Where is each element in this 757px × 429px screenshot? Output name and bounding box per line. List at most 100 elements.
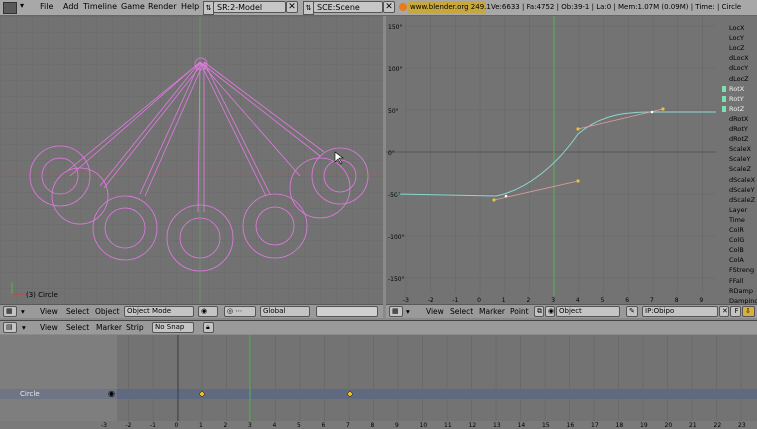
menu-marker[interactable]: Marker — [479, 307, 505, 316]
menu-select[interactable]: Select — [450, 307, 473, 316]
ipo-block-type-select[interactable]: Object — [556, 306, 620, 317]
menu-game[interactable]: Game — [121, 2, 145, 11]
ipo-channel-fstreng[interactable]: FStreng — [716, 266, 757, 275]
timeline-x-tick: -3 — [101, 422, 107, 429]
timeline-canvas[interactable]: -3 -2 -1 0 1 2 3 4 5 6 7 8 9 10 11 12 13 14 15 16 17 18 19 20 21… — [0, 335, 757, 429]
channel-label: LocZ — [729, 44, 745, 53]
ipo-channel-rotx[interactable]: RotX — [716, 85, 757, 94]
channel-label: dLocX — [729, 54, 749, 63]
lock-icon[interactable]: 🔒︎ — [203, 322, 214, 333]
snap-select[interactable]: No Snap — [152, 322, 194, 333]
timeline-x-tick: 23 — [738, 422, 746, 429]
menu-strip[interactable]: Strip — [126, 323, 144, 332]
ipo-name-field[interactable]: IP:Obipo — [642, 306, 718, 317]
ipo-channel-locx[interactable]: LocX — [716, 24, 757, 33]
ipo-channel-drotx[interactable]: dRotX — [716, 115, 757, 124]
ipo-channel-dscalex[interactable]: dScaleX — [716, 176, 757, 185]
ipo-channel-dscalez[interactable]: dScaleZ — [716, 196, 757, 205]
ipo-channel-locy[interactable]: LocY — [716, 34, 757, 43]
pin-icon[interactable]: ✎ — [626, 306, 638, 317]
ipo-channel-colg[interactable]: ColG — [716, 236, 757, 245]
menu-select[interactable]: Select — [66, 323, 89, 332]
ipo-channel-colr[interactable]: ColR — [716, 226, 757, 235]
menu-render[interactable]: Render — [148, 2, 176, 11]
collapse-arrow-icon[interactable]: ▾ — [20, 1, 24, 10]
ipo-channel-cola[interactable]: ColA — [716, 256, 757, 265]
ipo-curve[interactable] — [395, 107, 716, 202]
pivot-icon[interactable]: ◎ ⋯ — [224, 306, 256, 317]
timeline-x-tick: 18 — [616, 422, 624, 429]
scene-delete-button[interactable]: ✕ — [383, 1, 395, 13]
ipo-x-tick: 4 — [576, 297, 580, 304]
ipo-channel-dscaley[interactable]: dScaleY — [716, 186, 757, 195]
menu-marker[interactable]: Marker — [96, 323, 122, 332]
ipo-curve-editor[interactable]: 150° 100° 50° 0° -50° -100° -150° -3 -2 -1 0 1 2 3 4 5… — [386, 16, 757, 304]
timeline-x-tick: 9 — [395, 422, 399, 429]
ipo-delete-button[interactable]: ✕ — [719, 306, 729, 317]
ipo-canvas[interactable]: 150° 100° 50° 0° -50° -100° -150° -3 -2 -1 0 1 2 3 4 5… — [386, 16, 757, 304]
timeline-x-tick: 4 — [273, 422, 277, 429]
channel-name-circle[interactable]: Circle — [20, 390, 40, 398]
eye-icon[interactable]: ◉ — [545, 306, 555, 317]
channel-label: ScaleX — [729, 145, 751, 154]
collapse-arrow-icon[interactable]: ▾ — [21, 307, 25, 316]
channel-label: LocX — [729, 24, 745, 32]
menu-point[interactable]: Point — [510, 307, 529, 316]
3d-view-header: ▦ ▾ View Select Object Object Mode ◉ ◎ ⋯… — [0, 304, 383, 318]
ipo-channel-scaley[interactable]: ScaleY — [716, 155, 757, 164]
nla-timeline[interactable]: -3 -2 -1 0 1 2 3 4 5 6 7 8 9 10 11 12 13 14 15 16 17 18 19 20 21… — [0, 335, 757, 429]
screen-delete-button[interactable]: ✕ — [286, 1, 298, 13]
menu-file[interactable]: File — [40, 2, 53, 11]
ipo-channel-drotz[interactable]: dRotZ — [716, 135, 757, 144]
ipo-type-icon[interactable]: ⧉ — [534, 306, 544, 317]
timeline-x-tick: 2 — [224, 422, 228, 429]
scene-name-field[interactable]: SCE:Scene — [313, 1, 383, 13]
menu-select[interactable]: Select — [66, 307, 89, 316]
editor-type-icon[interactable]: ▤ — [3, 322, 17, 333]
copy-icon[interactable]: ⇩ — [742, 306, 755, 317]
ipo-y-tick: 50° — [388, 108, 399, 115]
ipo-y-tick: 100° — [388, 66, 402, 73]
menu-view[interactable]: View — [40, 307, 58, 316]
viewport-canvas[interactable] — [0, 16, 383, 304]
ipo-channel-dlocx[interactable]: dLocX — [716, 54, 757, 63]
screen-name-field[interactable]: SR:2-Model — [213, 1, 286, 13]
layer-buttons[interactable] — [316, 306, 378, 317]
fake-user-button[interactable]: F — [730, 306, 741, 317]
info-window-icon[interactable] — [3, 2, 17, 14]
ipo-channel-locz[interactable]: LocZ — [716, 44, 757, 53]
menu-timeline[interactable]: Timeline — [83, 2, 117, 11]
ipo-channel-layer[interactable]: Layer — [716, 206, 757, 215]
draw-type-icon[interactable]: ◉ — [198, 306, 218, 317]
ipo-channel-scalez[interactable]: ScaleZ — [716, 165, 757, 174]
menu-object[interactable]: Object — [95, 307, 119, 316]
channel-label: dRotZ — [729, 135, 749, 144]
timeline-x-tick: 3 — [248, 422, 252, 429]
editor-type-icon[interactable]: ▦ — [3, 306, 17, 317]
collapse-arrow-icon[interactable]: ▾ — [406, 307, 410, 316]
ipo-channel-dlocz[interactable]: dLocZ — [716, 75, 757, 84]
menu-help[interactable]: Help — [181, 2, 199, 11]
ipo-channel-droty[interactable]: dRotY — [716, 125, 757, 134]
menu-add[interactable]: Add — [63, 2, 79, 11]
viewport-grid — [0, 16, 383, 304]
orientation-select[interactable]: Global — [260, 306, 310, 317]
channel-label: RotY — [729, 94, 744, 103]
ipo-channel-colb[interactable]: ColB — [716, 246, 757, 255]
menu-view[interactable]: View — [426, 307, 444, 316]
channel-color-swatch — [722, 207, 726, 213]
ipo-channel-damping[interactable]: Damping — [716, 297, 757, 304]
ipo-channel-time[interactable]: Time — [716, 216, 757, 225]
eye-icon[interactable]: ◉ — [108, 389, 115, 398]
ipo-channel-roty[interactable]: RotY — [716, 95, 757, 104]
menu-view[interactable]: View — [40, 323, 58, 332]
ipo-channel-dlocy[interactable]: dLocY — [716, 64, 757, 73]
3d-viewport[interactable]: (3) Circle — [0, 16, 383, 304]
editor-type-icon[interactable]: ▦ — [389, 306, 403, 317]
mode-select[interactable]: Object Mode — [124, 306, 194, 317]
ipo-channel-ffall[interactable]: FFall — [716, 277, 757, 286]
ipo-channel-rotz[interactable]: RotZ — [716, 105, 757, 114]
ipo-channel-rdamp[interactable]: RDamp — [716, 287, 757, 296]
ipo-channel-scalex[interactable]: ScaleX — [716, 145, 757, 154]
collapse-arrow-icon[interactable]: ▾ — [22, 323, 26, 332]
